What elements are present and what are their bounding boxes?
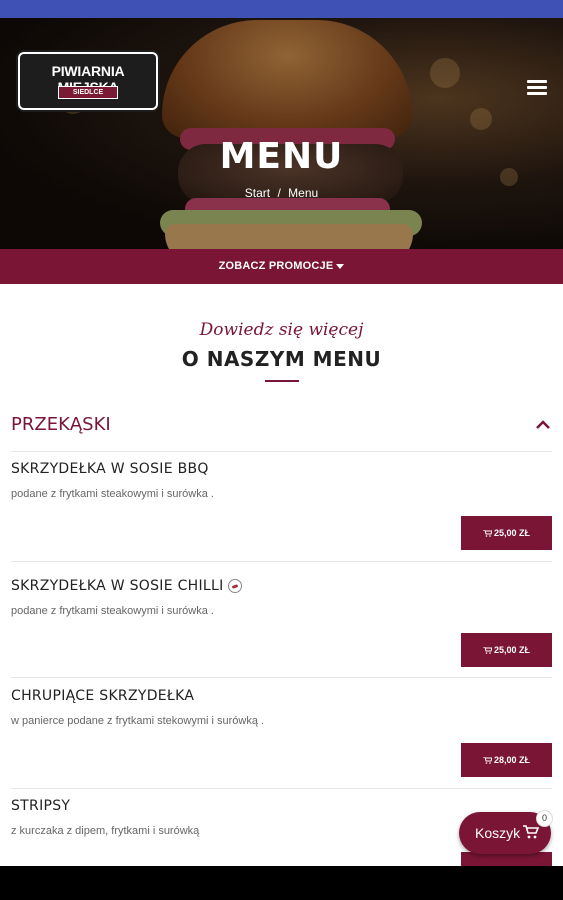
cart-icon <box>482 530 492 537</box>
breadcrumb-current: Menu <box>288 186 319 200</box>
menu-item-description: w panierce podane z frytkami stekowymi i… <box>11 715 265 727</box>
breadcrumb: Start / Menu <box>0 186 563 200</box>
add-to-cart-button[interactable]: 25,00 ZŁ <box>461 633 552 667</box>
chilli-icon <box>227 579 242 593</box>
cart-label: Koszyk <box>475 825 521 841</box>
divider <box>11 677 552 678</box>
breadcrumb-start-link[interactable]: Start <box>245 186 270 200</box>
caret-down-icon <box>336 263 345 269</box>
shopping-cart-icon <box>523 825 539 839</box>
chevron-up-icon[interactable] <box>536 418 550 432</box>
logo-subtext: SIEDLCE <box>58 86 118 99</box>
hero-banner: PIWIARNIA MIEJSKA SIEDLCE MENU Start / M… <box>0 18 563 249</box>
price-label: 25,00 ZŁ <box>493 645 531 655</box>
menu-item-name-text: SKRZYDEŁKA W SOSIE CHILLI <box>11 578 224 594</box>
menu-item-description: podane z frytkami steakowymi i surówka . <box>11 488 214 500</box>
menu-item-description: z kurczaka z dipem, frytkami i surówką <box>11 825 200 837</box>
price-label: 25,00 ZŁ <box>493 528 531 538</box>
system-navigation-bar <box>0 866 563 900</box>
hamburger-menu-icon[interactable] <box>527 80 547 96</box>
section-title: O NASZYM MENU <box>181 347 382 371</box>
status-bar <box>0 0 563 18</box>
logo[interactable]: PIWIARNIA MIEJSKA SIEDLCE <box>18 52 158 110</box>
breadcrumb-separator: / <box>277 186 281 200</box>
menu-item-name: STRIPSY <box>11 798 71 814</box>
add-to-cart-button[interactable]: 25,00 ZŁ <box>461 516 552 550</box>
promotions-label: ZOBACZ PROMOCJE <box>218 260 334 272</box>
price-label: 28,00 ZŁ <box>493 755 531 765</box>
section-subtitle: Dowiedz się więcej <box>199 320 364 340</box>
page-title: MENU <box>219 136 344 177</box>
title-divider <box>265 380 299 382</box>
menu-item-name: SKRZYDEŁKA W SOSIE BBQ <box>11 461 209 477</box>
promotions-dropdown-button[interactable]: ZOBACZ PROMOCJE <box>0 249 563 284</box>
divider <box>11 788 552 789</box>
cart-icon <box>482 647 492 654</box>
category-header[interactable]: PRZEKĄSKI <box>11 414 552 440</box>
divider <box>11 451 552 452</box>
cart-count-badge: 0 <box>537 811 552 826</box>
cart-icon <box>482 757 492 764</box>
menu-item-description: podane z frytkami steakowymi i surówka . <box>11 605 214 617</box>
category-label: PRZEKĄSKI <box>11 414 111 435</box>
add-to-cart-button[interactable] <box>461 852 552 866</box>
menu-item-name: SKRZYDEŁKA W SOSIE CHILLI <box>11 578 242 594</box>
menu-item-name: CHRUPIĄCE SKRZYDEŁKA <box>11 688 195 704</box>
divider <box>11 561 552 562</box>
add-to-cart-button[interactable]: 28,00 ZŁ <box>461 743 552 777</box>
